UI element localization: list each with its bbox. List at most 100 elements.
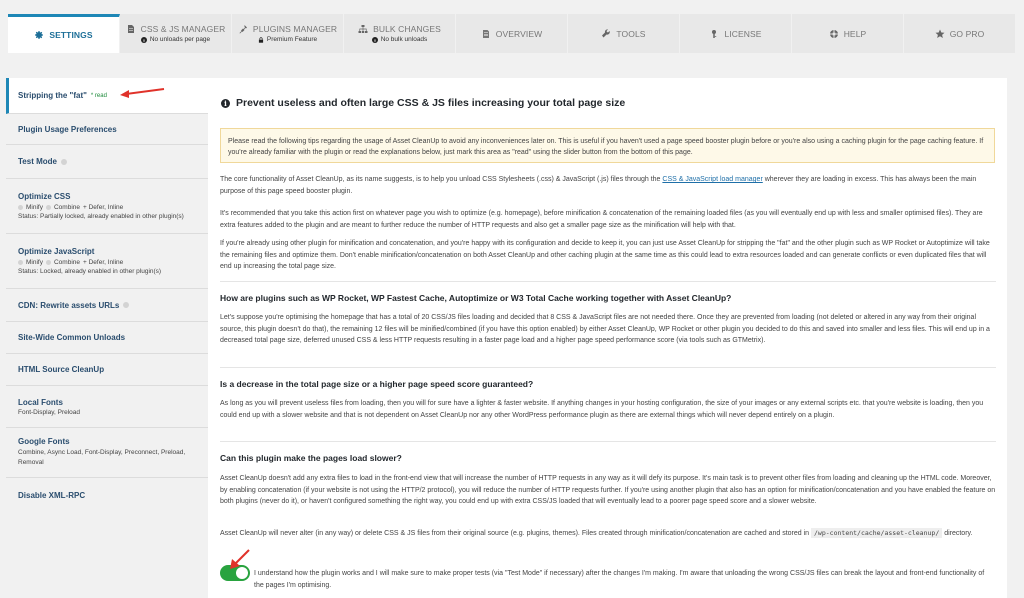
sidebar-item-optimize-javascript[interactable]: Optimize JavaScript Minify Combine + Defer… (6, 234, 208, 289)
key-icon (712, 29, 717, 38)
tab-label: TOOLS (616, 28, 646, 39)
sidebar-item-google-fonts[interactable]: Google Fonts Combine, Async Load, Font-D… (6, 428, 208, 478)
settings-panel: i Prevent useless and often large CSS & … (208, 78, 1007, 598)
sidebar-item-stripping-fat[interactable]: Stripping the "fat" * read (6, 78, 208, 114)
defer-inline-label: + Defer, Inline (83, 204, 124, 211)
tab-label: OVERVIEW (495, 28, 543, 39)
sidebar-item-cdn-rewrite[interactable]: CDN: Rewrite assets URLs (6, 289, 208, 322)
sidebar-item-label: Optimize CSS (18, 192, 71, 201)
sidebar-item-label: Test Mode (18, 157, 57, 166)
tab-license[interactable]: LICENSE (680, 14, 792, 53)
divider (220, 367, 996, 368)
status-dot (18, 205, 23, 210)
section-heading: How are plugins such as WP Rocket, WP Fa… (220, 293, 732, 303)
file-icon (127, 25, 134, 33)
settings-sidebar: Stripping the "fat" * read Plugin Usage P… (6, 78, 208, 528)
tab-sublabel: Premium Feature (266, 36, 318, 43)
gear-icon (35, 31, 44, 39)
defer-inline-label: + Defer, Inline (83, 259, 124, 266)
recommendation-paragraph: It's recommended that you take this acti… (220, 210, 983, 229)
tab-plugins-manager[interactable]: PLUGINS MANAGER Premium Feature (232, 14, 344, 53)
tab-help[interactable]: HELP (792, 14, 904, 53)
sidebar-item-test-mode[interactable]: Test Mode (6, 145, 208, 179)
tab-sublabel: No bulk unloads (380, 36, 428, 43)
slower-paragraph: Asset CleanUp doesn't add any extra file… (220, 475, 996, 505)
info-circle-icon (371, 36, 378, 43)
annotation-arrow (120, 88, 165, 98)
sidebar-item-label: Local Fonts (18, 397, 63, 407)
tab-label: SETTINGS (49, 30, 93, 40)
tab-label: CSS & JS MANAGER (140, 24, 226, 34)
cache-text: Asset CleanUp will never alter (in any w… (220, 530, 812, 537)
status-dot (18, 260, 23, 265)
cache-paragraph: Asset CleanUp will never alter (in any w… (220, 528, 996, 540)
minify-label: Minify (26, 259, 43, 266)
tab-go-pro[interactable]: GO PRO (904, 14, 1016, 53)
section-heading: Can this plugin make the pages load slow… (220, 453, 402, 463)
sidebar-item-html-cleanup[interactable]: HTML Source CleanUp (6, 354, 208, 386)
plug-icon (239, 25, 247, 34)
page-title: i Prevent useless and often large CSS & … (221, 97, 625, 109)
status-dot (123, 302, 130, 308)
sidebar-item-label: Stripping the "fat" (18, 91, 87, 100)
section-heading: Is a decrease in the total page size or … (220, 379, 534, 389)
tab-label: LICENSE (724, 28, 762, 39)
optimize-js-status: Status: Locked, already enabled in other… (18, 268, 162, 275)
combine-label: Combine (53, 204, 80, 211)
google-fonts-features: Combine, Async Load, Font-Display, Preco… (18, 449, 186, 466)
document-icon (482, 29, 489, 38)
combine-label: Combine (53, 259, 80, 266)
notice-box: Please read the following tips regarding… (220, 128, 995, 163)
sidebar-item-label: Disable XML-RPC (18, 490, 86, 500)
cache-path: /wp-content/cache/asset-cleanup/ (811, 528, 943, 538)
intro-text: The core functionality of Asset CleanUp,… (220, 176, 663, 183)
tab-label: PLUGINS MANAGER (252, 24, 338, 34)
status-dot (45, 260, 51, 265)
status-dot (60, 158, 67, 165)
info-icon: i (221, 98, 230, 108)
css-js-load-manager-link[interactable]: CSS & JavaScript load manager (662, 176, 762, 183)
sidebar-item-label: Plugin Usage Preferences (18, 124, 117, 134)
info-circle-icon (140, 36, 147, 43)
page-title-text: Prevent useless and often large CSS & JS… (236, 97, 626, 109)
divider (220, 441, 996, 442)
tab-overview[interactable]: OVERVIEW (456, 14, 568, 53)
sidebar-item-optimize-css[interactable]: Optimize CSS Minify Combine + Defer, Inlin… (6, 179, 208, 234)
sidebar-item-label: Site-Wide Common Unloads (18, 333, 126, 342)
sitemap-icon (358, 25, 368, 33)
sidebar-item-label: Optimize JavaScript (18, 247, 95, 256)
sidebar-item-disable-xmlrpc[interactable]: Disable XML-RPC (6, 478, 208, 512)
sidebar-item-plugin-usage-preferences[interactable]: Plugin Usage Preferences (6, 114, 208, 145)
divider (220, 281, 996, 282)
acknowledge-text: I understand how the plugin works and I … (254, 570, 985, 589)
optimize-css-status: Status: Partially locked, already enable… (18, 213, 184, 220)
other-plugin-paragraph: If you're already using other plugin for… (220, 240, 990, 270)
tab-bulk-changes[interactable]: BULK CHANGES No bulk unloads (344, 14, 456, 53)
star-icon (935, 29, 945, 38)
wrench-icon (602, 28, 611, 37)
read-badge: * read (90, 92, 107, 99)
tab-label: BULK CHANGES (373, 24, 441, 34)
plugins-together-paragraph: Let's suppose you're optimising the home… (220, 314, 990, 344)
tab-label: GO PRO (949, 28, 985, 39)
tab-label: HELP (843, 28, 867, 39)
guarantee-paragraph: As long as you will prevent useless file… (220, 400, 984, 419)
minify-label: Minify (26, 204, 43, 211)
tab-tools[interactable]: TOOLS (568, 14, 680, 53)
tab-settings[interactable]: SETTINGS (8, 14, 120, 53)
lifebuoy-icon (829, 29, 838, 38)
annotation-arrow (230, 549, 250, 569)
tab-css-js-manager[interactable]: CSS & JS MANAGER No unloads per page (120, 14, 232, 53)
intro-paragraph: The core functionality of Asset CleanUp,… (220, 174, 996, 197)
tab-sublabel: No unloads per page (149, 36, 211, 43)
lock-icon (258, 36, 263, 43)
local-fonts-features: Font-Display, Preload (18, 408, 81, 416)
sidebar-item-local-fonts[interactable]: Local Fonts Font-Display, Preload (6, 386, 208, 428)
sidebar-item-site-wide-unloads[interactable]: Site-Wide Common Unloads (6, 322, 208, 354)
sidebar-item-label: HTML Source CleanUp (18, 365, 105, 374)
sidebar-item-label: Google Fonts (18, 437, 70, 446)
sidebar-item-label: CDN: Rewrite assets URLs (18, 300, 120, 310)
status-dot (45, 205, 51, 210)
cache-text-end: directory. (942, 530, 973, 537)
top-tab-bar: SETTINGS CSS & JS MANAGER No unloads per… (8, 14, 1016, 53)
